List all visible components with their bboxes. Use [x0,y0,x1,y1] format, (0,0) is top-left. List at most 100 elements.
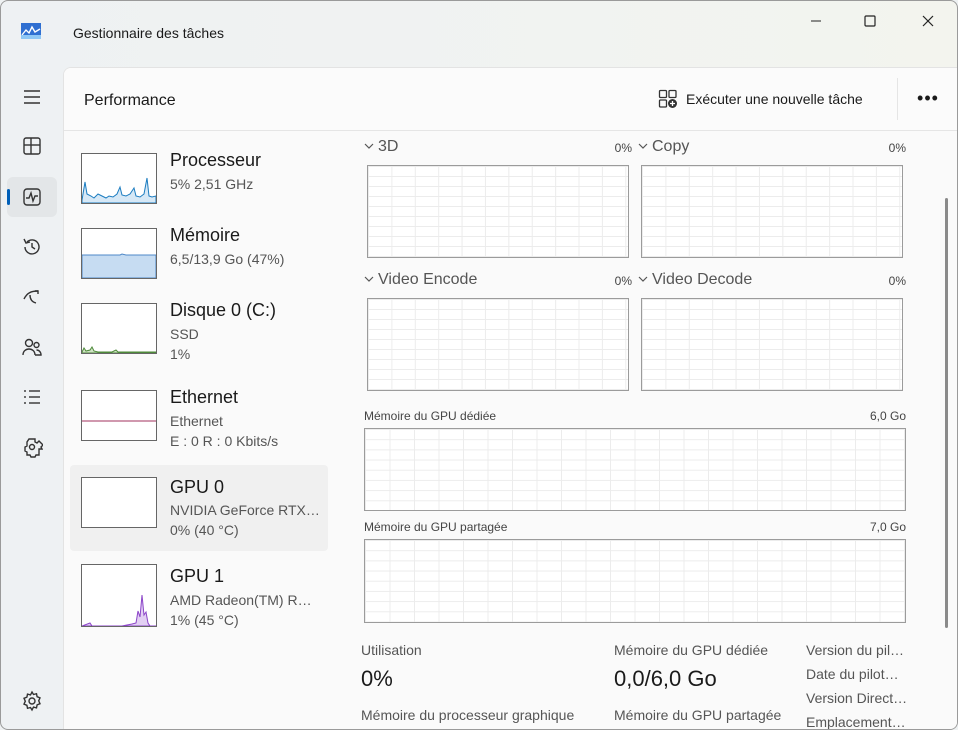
resource-detail: NVIDIA GeForce RTX… [170,502,320,518]
run-new-task-label: Exécuter une nouvelle tâche [686,91,863,107]
nav-users[interactable] [7,327,57,367]
run-new-task-button[interactable]: Exécuter une nouvelle tâche [658,88,863,110]
shared-memory-label: Mémoire du GPU partagée [364,520,508,534]
location-label: Emplacement… [806,714,906,730]
task-manager-app-icon [21,23,41,39]
shared-memory-max: 7,0 Go [869,520,906,534]
resource-detail: 1% (45 °C) [170,612,239,628]
chevron-down-icon [638,276,648,282]
resource-detail: AMD Radeon(TM) R… [170,592,312,608]
dedicated-memory-max: 6,0 Go [869,409,906,423]
cpu-sparkline [82,177,156,203]
disk-sparkline [82,346,156,353]
dedicated-memory-stat-value: 0,0/6,0 Go [614,666,717,691]
ethernet-thumbnail [81,390,157,441]
utilization-value: 0% [361,666,393,691]
resource-title: Ethernet [170,387,239,407]
dedicated-memory-stat-label: Mémoire du GPU dédiée [614,642,769,658]
header-bar: Performance Exécuter une nouvelle tâche … [64,68,957,131]
chevron-down-icon [364,276,374,282]
nav-processes[interactable] [7,126,57,166]
startup-icon [23,290,39,304]
shared-memory-graph [364,539,906,623]
maximize-icon [864,15,876,27]
gpu-processor-memory-label: Mémoire du processeur graphique [361,707,575,723]
memory-sparkline [82,253,156,278]
engine-video-encode-selector[interactable]: Video Encode [364,271,477,289]
resource-title: Mémoire [170,225,241,245]
resource-gpu0[interactable]: GPU 0 NVIDIA GeForce RTX… 0% (40 °C) [70,465,328,551]
nav-details[interactable] [7,377,57,417]
task-manager-window: Gestionnaire des tâches Performance Exéc… [0,0,958,730]
resource-title: Disque 0 (C:) [170,300,277,320]
history-icon [23,238,40,255]
engine-label: Copy [652,138,690,155]
engine-percent: 0% [614,274,632,288]
engine-percent: 0% [614,141,632,155]
resource-detail: SSD [170,326,199,342]
nav-startup[interactable] [7,277,57,317]
maximize-button[interactable] [847,9,893,33]
window-title: Gestionnaire des tâches [73,25,224,41]
chevron-down-icon [638,143,648,149]
engine-copy-graph [641,165,903,258]
resource-gpu1[interactable]: GPU 1 AMD Radeon(TM) R… 1% (45 °C) [70,555,328,641]
processes-icon [23,137,41,155]
users-icon [22,338,42,356]
directx-version-label: Version Direct… [806,690,908,706]
more-options-label: ••• [917,87,939,108]
disk-thumbnail [81,303,157,354]
engine-video-decode-graph [641,298,903,391]
close-button[interactable] [905,9,951,33]
performance-content: Performance Exécuter une nouvelle tâche … [63,67,957,730]
cpu-thumbnail [81,153,157,204]
header-separator [897,78,898,120]
resource-disk[interactable]: Disque 0 (C:) SSD 1% [70,294,328,380]
minimize-icon [811,20,821,22]
dedicated-memory-graph [364,428,906,511]
nav-services[interactable] [7,427,57,467]
resource-detail: 6,5/13,9 Go (47%) [170,251,285,267]
resource-detail: E : 0 R : 0 Kbits/s [170,433,279,449]
gpu0-thumbnail [81,477,157,528]
scrollbar-thumb[interactable] [945,198,948,628]
details-icon [24,390,40,404]
shared-memory-stat-label: Mémoire du GPU partagée [614,707,782,723]
resource-detail: Ethernet [170,413,223,429]
nav-app-history[interactable] [7,227,57,267]
engine-copy-selector[interactable]: Copy [638,138,689,156]
driver-date-label: Date du pilot… [806,666,899,682]
resource-title: GPU 1 [170,566,225,586]
resource-title: GPU 0 [170,477,225,497]
resource-detail: 5% 2,51 GHz [170,176,254,192]
memory-thumbnail [81,228,157,279]
close-icon [922,15,934,27]
minimize-button[interactable] [793,9,839,33]
engine-label: Video Encode [378,271,478,288]
dedicated-memory-label: Mémoire du GPU dédiée [364,409,497,423]
gpu1-thumbnail [81,564,157,627]
chevron-down-icon [364,143,374,149]
more-options-button[interactable]: ••• [912,86,944,110]
resource-detail: 0% (40 °C) [170,522,239,538]
resource-ethernet[interactable]: Ethernet Ethernet E : 0 R : 0 Kbits/s [70,381,328,467]
services-icon [24,438,43,458]
resource-memory[interactable]: Mémoire 6,5/13,9 Go (47%) [70,219,328,305]
engine-video-decode-selector[interactable]: Video Decode [638,271,752,289]
nav-menu-button[interactable] [7,77,57,117]
engine-3d-graph [367,165,629,258]
resource-cpu[interactable]: Processeur 5% 2,51 GHz [70,144,328,230]
nav-performance[interactable] [7,177,57,217]
engine-label: Video Decode [652,271,753,288]
page-title: Performance [84,92,176,109]
menu-icon [24,90,40,104]
engine-video-encode-graph [367,298,629,391]
driver-version-label: Version du pil… [806,642,905,658]
settings-icon [23,690,41,712]
gpu1-sparkline [82,594,156,626]
engine-3d-selector[interactable]: 3D [364,138,398,156]
engine-label: 3D [378,138,399,155]
resource-title: Processeur [170,150,262,170]
nav-settings[interactable] [7,681,57,721]
engine-percent: 0% [888,274,906,288]
